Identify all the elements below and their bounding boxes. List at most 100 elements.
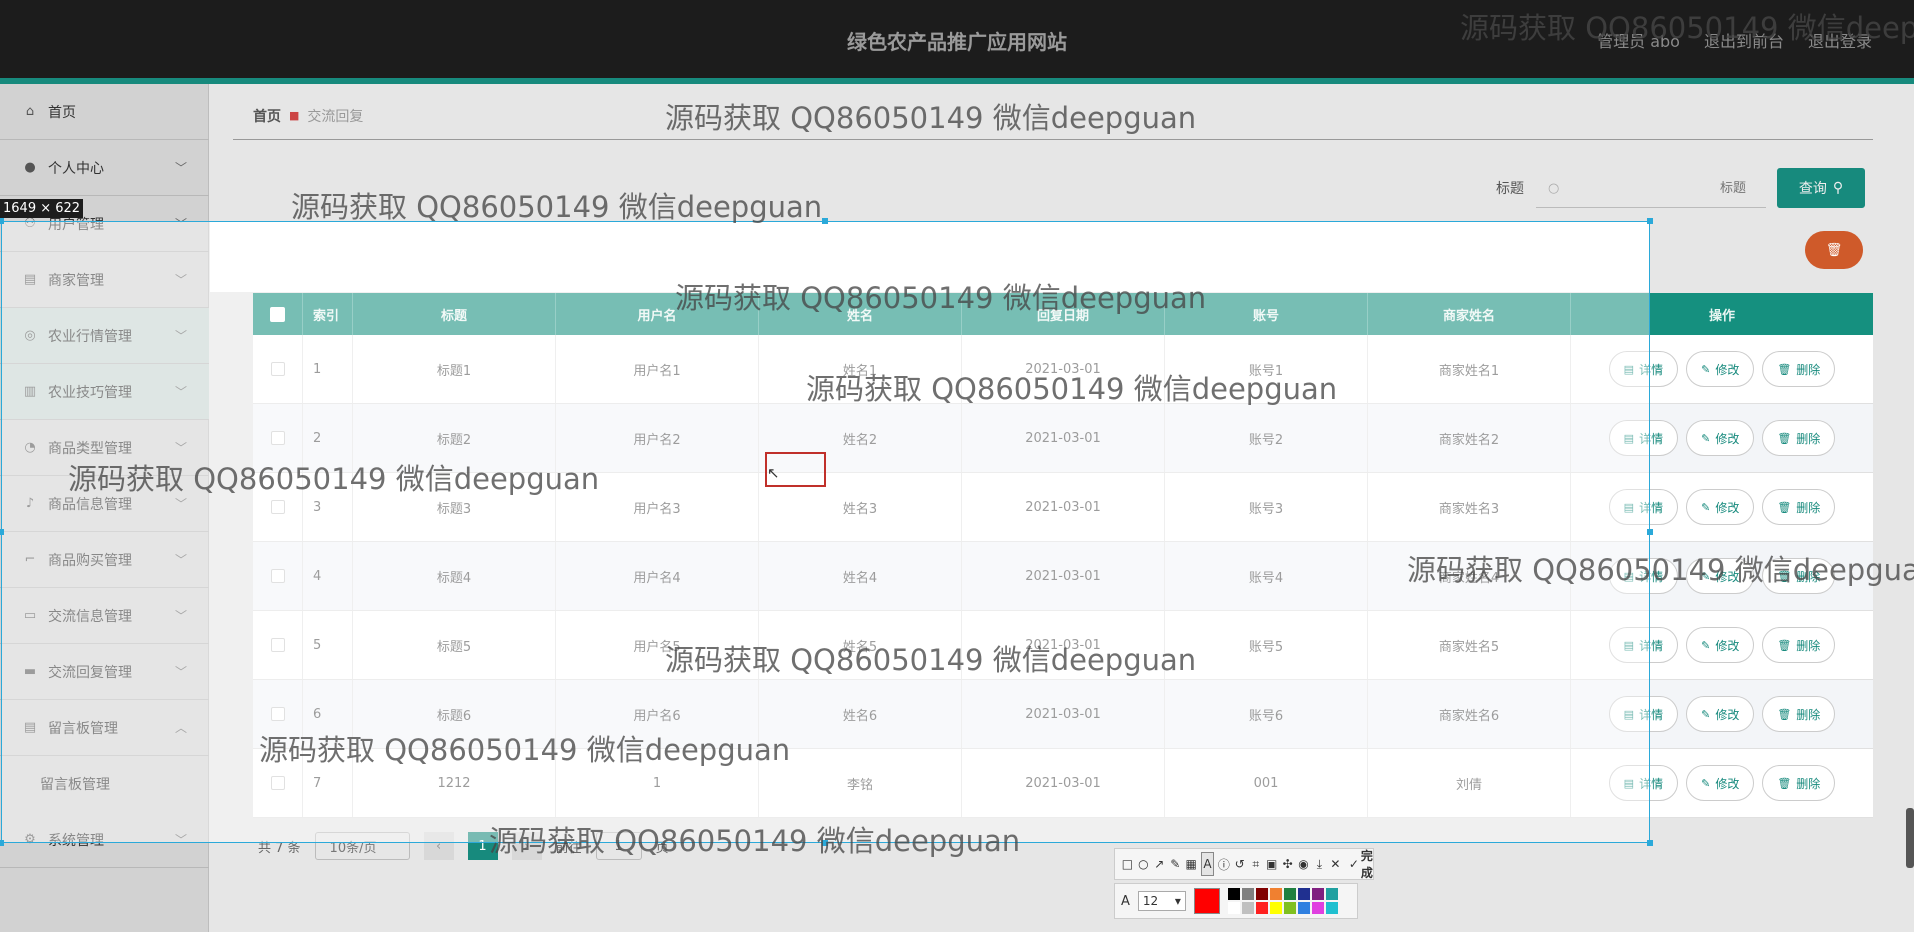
color-swatch[interactable] <box>1311 888 1324 900</box>
color-swatch[interactable] <box>1269 902 1282 914</box>
logout-link[interactable]: 退出登录 <box>1808 28 1872 52</box>
text-style-toolbar: A 12 ▾ <box>1114 883 1358 919</box>
delete-button-label: 删除 <box>1796 500 1821 515</box>
ocr-tool-icon[interactable]: ▣ <box>1265 852 1278 876</box>
delete-button[interactable]: 🗑 删除 <box>1762 489 1836 525</box>
undo-icon[interactable]: ↺ <box>1233 852 1246 876</box>
search-icon: ⚲ <box>1832 180 1844 196</box>
edit-button[interactable]: ✎ 修改 <box>1686 558 1755 594</box>
delete-button-label: 删除 <box>1796 707 1821 722</box>
edit-button[interactable]: ✎ 修改 <box>1686 765 1755 801</box>
breadcrumb-current: 交流回复 <box>307 108 364 125</box>
edit-button-label: 修改 <box>1715 362 1740 377</box>
color-swatch[interactable] <box>1297 902 1310 914</box>
font-size-select[interactable]: 12 ▾ <box>1137 891 1186 911</box>
trash-icon: 🗑 <box>1777 362 1792 376</box>
color-swatch[interactable] <box>1283 902 1296 914</box>
search-input[interactable] <box>1559 181 1766 196</box>
query-button[interactable]: 查询 ⚲ <box>1777 168 1865 208</box>
capture-size-label: 1649 × 622 <box>0 199 84 218</box>
trash-icon: 🗑 <box>1825 242 1843 258</box>
sidebar-item[interactable]: ● 个人中心 ﹀ <box>0 140 209 196</box>
delete-button[interactable]: 🗑 删除 <box>1762 558 1836 594</box>
batch-delete-button[interactable]: 🗑 <box>1805 231 1863 269</box>
edit-button-label: 修改 <box>1715 638 1740 653</box>
current-color-swatch[interactable] <box>1193 888 1220 914</box>
color-swatch[interactable] <box>1227 902 1240 914</box>
rectangle-tool-icon[interactable]: □ <box>1121 852 1134 876</box>
color-swatch[interactable] <box>1269 888 1282 900</box>
pencil-icon: ✎ <box>1701 707 1711 721</box>
annotation-toolbar: □ ○ ↗ ✎ ▦ A ⓘ ↺ ⌗ ▣ ✣ ◉ ⤓ ✕ ✓ 完成 <box>1114 848 1374 880</box>
breadcrumb-home[interactable]: 首页 <box>253 106 281 126</box>
pen-tool-icon[interactable]: ✎ <box>1169 852 1182 876</box>
delete-button[interactable]: 🗑 删除 <box>1762 696 1836 732</box>
delete-button[interactable]: 🗑 删除 <box>1762 765 1836 801</box>
trash-icon: 🗑 <box>1777 707 1792 721</box>
pin-icon[interactable]: ✣ <box>1281 852 1294 876</box>
edit-button-label: 修改 <box>1715 569 1740 584</box>
delete-button[interactable]: 🗑 删除 <box>1762 627 1836 663</box>
trash-icon: 🗑 <box>1777 431 1792 445</box>
capture-handle[interactable] <box>1647 840 1653 846</box>
breadcrumb-separator-icon: ■ <box>289 109 300 122</box>
record-icon[interactable]: ◉ <box>1297 852 1310 876</box>
edit-button-label: 修改 <box>1715 776 1740 791</box>
done-label: 完成 <box>1360 849 1373 880</box>
font-icon: A <box>1121 893 1130 909</box>
capture-handle[interactable] <box>822 218 828 224</box>
color-swatch[interactable] <box>1325 888 1338 900</box>
crop-tool-icon[interactable]: ⌗ <box>1249 852 1262 876</box>
edit-button[interactable]: ✎ 修改 <box>1686 627 1755 663</box>
sidebar-item-label: 个人中心 <box>48 160 104 177</box>
chevron-down-icon: ▾ <box>1174 894 1181 908</box>
color-swatch[interactable] <box>1255 888 1268 900</box>
done-button[interactable]: ✓ 完成 <box>1349 847 1373 881</box>
search-label: 标题 <box>1496 181 1524 197</box>
trash-icon: 🗑 <box>1777 638 1792 652</box>
delete-button[interactable]: 🗑 删除 <box>1762 420 1836 456</box>
user-link[interactable]: 管理员 abo <box>1597 28 1680 52</box>
close-icon[interactable]: ✕ <box>1329 852 1342 876</box>
edit-button[interactable]: ✎ 修改 <box>1686 489 1755 525</box>
delete-button-label: 删除 <box>1796 776 1821 791</box>
color-palette <box>1227 888 1338 914</box>
arrow-tool-icon[interactable]: ↗ <box>1153 852 1166 876</box>
delete-button-label: 删除 <box>1796 362 1821 377</box>
sidebar-item[interactable]: ⌂ 首页 <box>0 84 209 140</box>
scrollbar-thumb[interactable] <box>1906 808 1914 868</box>
capture-handle[interactable] <box>822 840 828 846</box>
pencil-icon: ✎ <box>1701 638 1711 652</box>
trash-icon: 🗑 <box>1777 500 1792 514</box>
search-field[interactable]: ○ <box>1536 170 1766 208</box>
color-swatch[interactable] <box>1241 902 1254 914</box>
color-swatch[interactable] <box>1255 902 1268 914</box>
mosaic-tool-icon[interactable]: ▦ <box>1185 852 1198 876</box>
home-icon: ⌂ <box>25 104 35 119</box>
edit-button[interactable]: ✎ 修改 <box>1686 696 1755 732</box>
ellipse-tool-icon[interactable]: ○ <box>1137 852 1150 876</box>
color-swatch[interactable] <box>1311 902 1324 914</box>
top-bar: 绿色农产品推广应用网站 管理员 abo 退出到前台 退出登录 <box>0 0 1914 78</box>
edit-button[interactable]: ✎ 修改 <box>1686 420 1755 456</box>
front-link[interactable]: 退出到前台 <box>1704 28 1784 52</box>
trash-icon: 🗑 <box>1777 569 1792 583</box>
edit-button[interactable]: ✎ 修改 <box>1686 351 1755 387</box>
text-tool-icon[interactable]: A <box>1200 852 1215 876</box>
delete-button[interactable]: 🗑 删除 <box>1762 351 1836 387</box>
color-swatch[interactable] <box>1227 888 1240 900</box>
color-swatch[interactable] <box>1297 888 1310 900</box>
capture-handle[interactable] <box>1647 529 1653 535</box>
capture-handle[interactable] <box>1647 218 1653 224</box>
save-icon[interactable]: ⤓ <box>1313 852 1326 876</box>
edit-button-label: 修改 <box>1715 431 1740 446</box>
delete-button-label: 删除 <box>1796 431 1821 446</box>
capture-region[interactable] <box>1 221 1650 843</box>
capture-handle[interactable] <box>0 529 4 535</box>
number-tool-icon[interactable]: ⓘ <box>1217 852 1230 876</box>
color-swatch[interactable] <box>1283 888 1296 900</box>
color-swatch[interactable] <box>1241 888 1254 900</box>
capture-handle[interactable] <box>0 840 4 846</box>
color-swatch[interactable] <box>1325 902 1338 914</box>
capture-handle[interactable] <box>0 218 4 224</box>
